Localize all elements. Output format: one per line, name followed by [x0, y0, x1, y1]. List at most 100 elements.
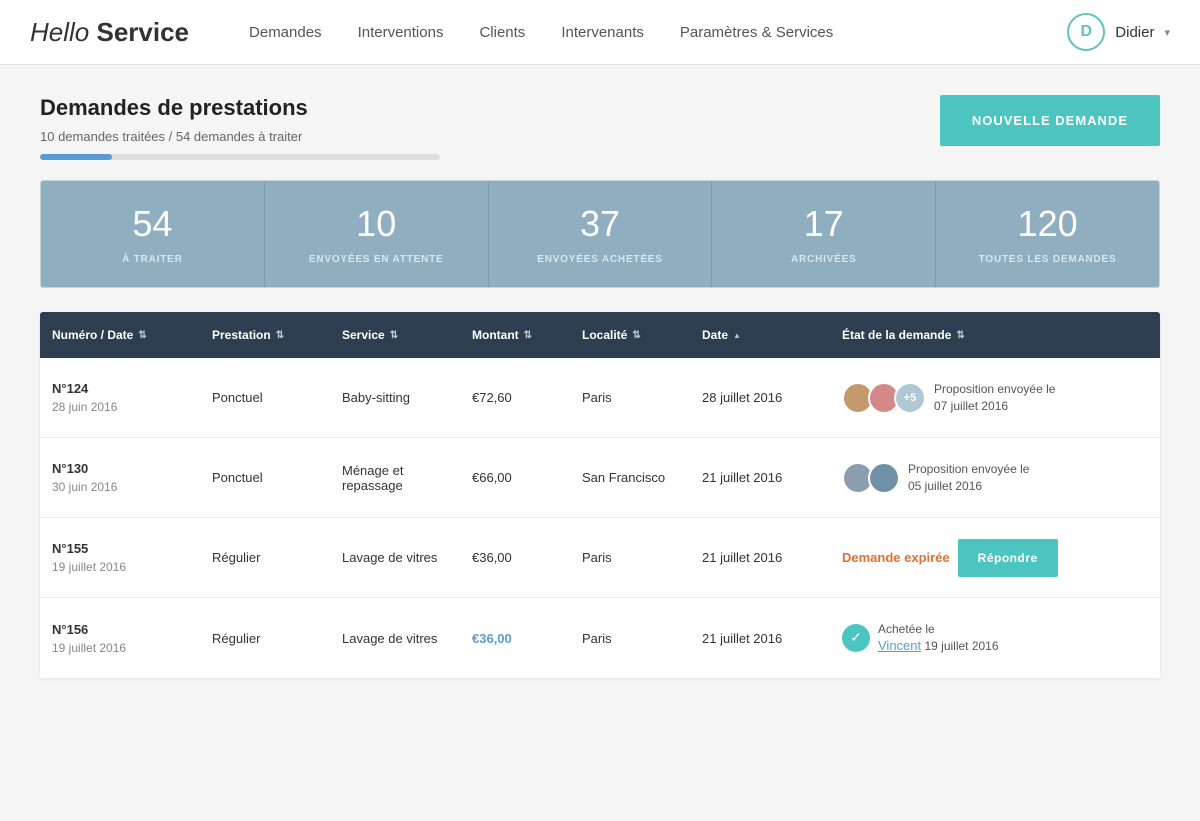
td-prestation: Ponctuel [200, 452, 330, 503]
row-date: 19 juillet 2016 [52, 560, 126, 574]
nav-user[interactable]: D Didier ▾ [1067, 13, 1170, 51]
row-num: N°155 [52, 541, 188, 556]
td-montant: €36,00 [460, 532, 570, 583]
nav-link-intervenants[interactable]: Intervenants [561, 24, 644, 41]
avatars-group: +5 [842, 382, 926, 414]
th-label: Prestation [212, 328, 271, 342]
etat-text: Proposition envoyée le07 juillet 2016 [934, 382, 1055, 413]
stat-card-1[interactable]: 10ENVOYÉES EN ATTENTE [265, 181, 489, 287]
sort-icon [276, 330, 284, 341]
nav-link-demandes[interactable]: Demandes [249, 24, 322, 41]
th-3[interactable]: Montant [460, 312, 570, 358]
stat-label: ENVOYÉES EN ATTENTE [309, 254, 444, 265]
th-label: Localité [582, 328, 627, 342]
td-localite: San Francisco [570, 452, 690, 503]
main-content: Demandes de prestations 10 demandes trai… [20, 65, 1180, 708]
th-1[interactable]: Prestation [200, 312, 330, 358]
td-etat: ✓ Achetée leVincent 19 juillet 2016 [830, 603, 1160, 674]
table-row: N°12428 juin 2016PonctuelBaby-sitting€72… [40, 358, 1160, 438]
row-date: 19 juillet 2016 [52, 641, 126, 655]
stat-card-2[interactable]: 37ENVOYÉES ACHETÉES [489, 181, 713, 287]
avatar-plus: +5 [894, 382, 926, 414]
page-header-left: Demandes de prestations 10 demandes trai… [40, 95, 440, 160]
repondre-button[interactable]: Répondre [958, 539, 1058, 577]
th-2[interactable]: Service [330, 312, 460, 358]
table-row: N°13030 juin 2016PonctuelMénage et repas… [40, 438, 1160, 518]
td-date: 28 juillet 2016 [690, 372, 830, 423]
avatar-initial: D [1081, 23, 1093, 41]
td-montant: €72,60 [460, 372, 570, 423]
stat-number: 17 [728, 203, 919, 245]
table-header: Numéro / Date Prestation Service Montant Loc… [40, 312, 1160, 358]
stats-cards: 54 À TRAITER 10ENVOYÉES EN ATTENTE37ENVOYÉ… [40, 180, 1160, 288]
td-num-date: N°156 19 juillet 2016 [40, 604, 200, 673]
page-title: Demandes de prestations [40, 95, 440, 121]
username: Didier [1115, 24, 1154, 41]
nav-links: Demandes Interventions Clients Intervenants… [249, 24, 1067, 41]
td-date: 21 juillet 2016 [690, 452, 830, 503]
th-label: Numéro / Date [52, 328, 133, 342]
sort-icon [138, 330, 146, 341]
stat-card-3[interactable]: 17 ARCHIVÉES [712, 181, 936, 287]
td-date: 21 juillet 2016 [690, 532, 830, 583]
avatars-group [842, 462, 900, 494]
td-prestation: Ponctuel [200, 372, 330, 423]
td-prestation: Régulier [200, 613, 330, 664]
table-row: N°15519 juillet 2016RégulierLavage de vi… [40, 518, 1160, 598]
th-label: Montant [472, 328, 519, 342]
th-4[interactable]: Localité [570, 312, 690, 358]
td-localite: Paris [570, 613, 690, 664]
etat-link[interactable]: Vincent [878, 638, 921, 653]
stat-number: 120 [952, 203, 1143, 245]
row-date: 30 juin 2016 [52, 480, 117, 494]
logo: Hello Service [30, 17, 189, 48]
th-label: Service [342, 328, 385, 342]
etat-text: Achetée leVincent 19 juillet 2016 [878, 622, 999, 654]
stat-number: 54 [57, 203, 248, 245]
stat-label: ARCHIVÉES [791, 254, 857, 265]
page-subtitle: 10 demandes traitées / 54 demandes à tra… [40, 129, 440, 144]
stat-card-4[interactable]: 120 TOUTES LES DEMANDES [936, 181, 1159, 287]
etat-text: Proposition envoyée le05 juillet 2016 [908, 462, 1029, 493]
td-service: Lavage de vitres [330, 532, 460, 583]
etat-expired: Demande expirée [842, 550, 950, 565]
stat-label: À TRAITER [122, 254, 183, 265]
row-date: 28 juin 2016 [52, 400, 117, 414]
stat-label: TOUTES LES DEMANDES [979, 254, 1117, 265]
stat-label: ENVOYÉES ACHETÉES [537, 254, 662, 265]
page-header: Demandes de prestations 10 demandes trai… [40, 95, 1160, 160]
avatar-1 [868, 462, 900, 494]
etat-wrapper: Achetée leVincent 19 juillet 2016 [878, 621, 999, 656]
progress-fill [40, 154, 112, 160]
sort-icon [733, 331, 741, 340]
nav-link-interventions[interactable]: Interventions [358, 24, 444, 41]
th-6[interactable]: État de la demande [830, 312, 1160, 358]
td-num-date: N°130 30 juin 2016 [40, 443, 200, 512]
row-num: N°156 [52, 622, 188, 637]
td-localite: Paris [570, 532, 690, 583]
table-row: N°156 19 juillet 2016 RégulierLavage de vi… [40, 598, 1160, 678]
logo-service: Service [96, 17, 189, 47]
logo-hello: Hello [30, 17, 96, 47]
table-body: N°12428 juin 2016PonctuelBaby-sitting€72… [40, 358, 1160, 678]
new-demande-button[interactable]: NOUVELLE DEMANDE [940, 95, 1160, 146]
sort-icon [524, 330, 532, 341]
check-icon: ✓ [842, 624, 870, 652]
stat-card-0[interactable]: 54 À TRAITER [41, 181, 265, 287]
th-5[interactable]: Date [690, 312, 830, 358]
avatar: D [1067, 13, 1105, 51]
td-service: Lavage de vitres [330, 613, 460, 664]
th-0[interactable]: Numéro / Date [40, 312, 200, 358]
td-montant: €36,00 [460, 613, 570, 664]
td-num-date: N°155 19 juillet 2016 [40, 523, 200, 592]
sort-icon [632, 330, 640, 341]
nav-link-parametres[interactable]: Paramètres & Services [680, 24, 833, 41]
td-etat: Demande expirée Répondre [830, 521, 1160, 595]
row-num: N°130 [52, 461, 188, 476]
th-label: État de la demande [842, 328, 951, 342]
etat-wrapper: Demande expirée [842, 550, 950, 565]
th-label: Date [702, 328, 728, 342]
nav-link-clients[interactable]: Clients [479, 24, 525, 41]
td-service: Baby-sitting [330, 372, 460, 423]
td-num-date: N°12428 juin 2016 [40, 363, 200, 432]
